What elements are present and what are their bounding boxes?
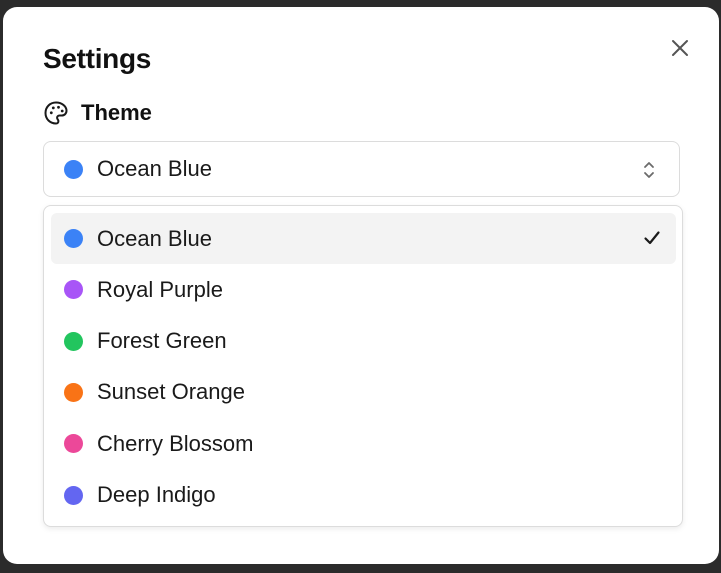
- theme-option-label: Deep Indigo: [97, 482, 216, 507]
- check-icon: [642, 228, 662, 248]
- palette-icon: [43, 100, 69, 126]
- close-icon: [671, 39, 689, 57]
- theme-option-label: Forest Green: [97, 328, 227, 354]
- color-swatch: [64, 382, 83, 402]
- color-swatch: [64, 331, 83, 351]
- color-swatch: [64, 485, 83, 505]
- close-button[interactable]: [663, 31, 697, 65]
- theme-option-label: Sunset Orange: [97, 379, 245, 405]
- color-swatch: [64, 434, 83, 454]
- settings-dialog: Settings Theme Ocean Blue Ocean Blue Roy…: [3, 7, 719, 564]
- theme-option[interactable]: Ocean Blue: [51, 213, 676, 264]
- theme-select[interactable]: Ocean Blue: [43, 141, 680, 197]
- chevron-up-down-icon: [641, 159, 657, 181]
- theme-section-header: Theme: [43, 100, 152, 126]
- theme-option[interactable]: Deep Indigo: [51, 470, 676, 521]
- theme-label: Theme: [81, 100, 152, 125]
- theme-option[interactable]: Cherry Blossom: [51, 418, 676, 469]
- theme-option-label: Ocean Blue: [97, 225, 212, 251]
- color-swatch: [64, 280, 83, 300]
- dialog-title: Settings: [43, 43, 152, 74]
- theme-option-label: Royal Purple: [97, 276, 223, 302]
- color-swatch: [64, 229, 83, 248]
- selected-color-swatch: [64, 159, 83, 179]
- theme-select-value: Ocean Blue: [97, 156, 212, 181]
- theme-option[interactable]: Royal Purple: [51, 264, 676, 315]
- theme-dropdown-menu: Ocean Blue Royal Purple Forest Green Sunset…: [43, 205, 683, 527]
- theme-option[interactable]: Forest Green: [51, 316, 676, 367]
- theme-option[interactable]: Sunset Orange: [51, 367, 676, 418]
- theme-option-label: Cherry Blossom: [97, 430, 254, 456]
